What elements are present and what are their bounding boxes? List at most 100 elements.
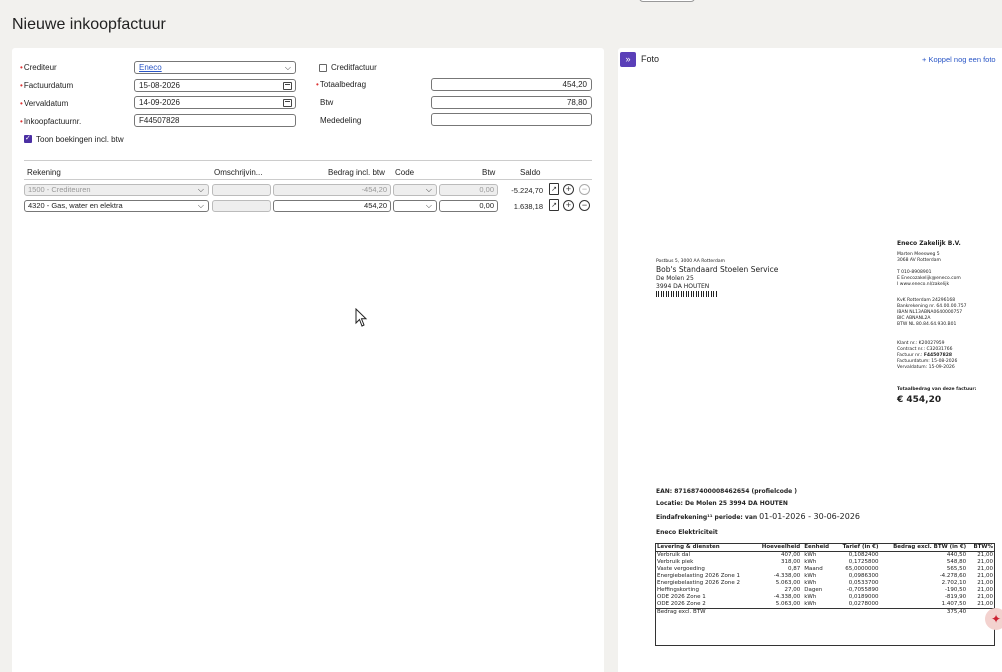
invoice-table-total-row: Bedrag excl. BTW 375,40: [655, 608, 995, 616]
invoice-table-cell: -0,7055890: [846, 587, 879, 593]
invoice-col-header: Tarief (in €): [835, 543, 881, 552]
vervaldatum-value: 14-09-2026: [139, 98, 180, 107]
invoice-recipient-street: De Molen 25: [656, 275, 694, 282]
invoice-table-cell: Dagen: [804, 587, 823, 593]
crediteur-link[interactable]: Eneco: [139, 63, 162, 72]
invoice-table-cell: Energiebelasting 2026 Zone 1: [657, 573, 740, 579]
col-header-bedrag: Bedrag incl. btw: [328, 168, 385, 177]
minus-circle-icon[interactable]: −: [579, 200, 590, 211]
table-row-rekening[interactable]: 4320 - Gas, water en elektra ⌵: [24, 200, 209, 212]
invoice-table-cell: ODE 2026 Zone 2: [657, 601, 706, 607]
invoice-table-row: Energiebelasting 2026 Zone 1 -4.338,00 kWh…: [655, 573, 995, 580]
chevron-down-icon: ⌵: [425, 201, 432, 210]
invoice-company-name: Eneco Zakelijk B.V.: [897, 240, 961, 247]
invoice-table-cell: 0,0533700: [848, 580, 879, 586]
invoice-table-cell: 21,00: [977, 580, 993, 586]
totaalbedrag-label: •Totaalbedrag: [316, 80, 367, 89]
factuurdatum-label: •Factuurdatum: [20, 81, 74, 90]
toon-boekingen-label: Toon boekingen incl. btw: [36, 135, 124, 144]
creditfactuur-checkbox[interactable]: [319, 64, 327, 72]
totaalbedrag-field[interactable]: 454,20: [431, 78, 592, 91]
table-row-bedrag[interactable]: 454,20: [273, 200, 391, 212]
invoice-table-row: ODE 2026 Zone 1 -4.338,00 kWh 0,0189000 -819…: [655, 594, 995, 601]
invoice-table: Levering & diensten Hoeveelheid Eenheid …: [655, 543, 995, 616]
invoice-table-cell: kWh: [804, 552, 817, 558]
table-row-code[interactable]: ⌵: [393, 200, 437, 212]
sparkle-icon[interactable]: ✦: [985, 608, 1002, 630]
crediteur-select[interactable]: Eneco ⌵: [134, 61, 296, 74]
chevron-down-icon: ⌵: [425, 185, 432, 194]
invoice-col-header: BTW%: [968, 543, 995, 552]
table-row-saldo: 1.638,18: [513, 202, 543, 211]
invoice-table-cell: -4.338,00: [773, 594, 801, 600]
col-header-code: Code: [395, 168, 415, 177]
invoice-company-address-2: 3068 AV Rotterdam: [897, 258, 941, 263]
invoice-table-cell: kWh: [804, 573, 817, 579]
double-chevron-right-icon[interactable]: »: [620, 52, 636, 67]
invoice-table-cell: Vaste vergoeding: [657, 566, 705, 572]
invoice-table-cell: 65,0000000: [845, 566, 879, 572]
invoice-ean: EAN: 871687400008462654 (profielcode ): [656, 488, 798, 495]
chevron-down-icon: ⌵: [197, 185, 204, 194]
btw-field[interactable]: 78,80: [431, 96, 592, 109]
invoice-col-header: Levering & diensten: [655, 543, 754, 552]
crediteur-label: •Crediteur: [20, 63, 57, 72]
koppel-foto-link[interactable]: + Koppel nog een foto: [922, 55, 996, 64]
invoice-table-cell: Heffingskorting: [657, 587, 699, 593]
document-icon[interactable]: ↗: [549, 183, 559, 195]
invoice-table-cell: 21,00: [977, 587, 993, 593]
invoice-table-cell: 0,0278000: [848, 601, 879, 607]
invoice-table-cell: 407,00: [781, 552, 801, 558]
invoice-total-label: Bedrag excl. BTW: [655, 608, 881, 616]
invoice-table-cell: kWh: [804, 559, 817, 565]
col-header-saldo: Saldo: [520, 168, 541, 177]
chevron-down-icon: ⌵: [197, 201, 204, 210]
invoice-table-cell: 0,1725800: [848, 559, 879, 565]
factuurdatum-field[interactable]: 15-08-2026: [134, 79, 296, 92]
calendar-icon[interactable]: [283, 82, 292, 90]
col-header-rekening: Rekening: [27, 168, 61, 177]
factuurdatum-value: 15-08-2026: [139, 81, 180, 90]
plus-circle-icon[interactable]: +: [563, 200, 574, 211]
invoice-btw-nr: BTW NL 80.84.64.930.B01: [897, 322, 957, 327]
invoice-table-cell: 5.063,00: [775, 580, 801, 586]
vervaldatum-label: •Vervaldatum: [20, 99, 69, 108]
invoice-total-value: 375,40: [880, 608, 969, 616]
invoice-table-row: Verbruik piek 318,00 kWh 0,1725800 548,80 21,…: [655, 559, 995, 566]
page-title: Nieuwe inkoopfactuur: [12, 16, 166, 33]
document-icon[interactable]: ↗: [549, 199, 559, 211]
btw-label: Btw: [320, 98, 334, 107]
calendar-icon[interactable]: [283, 99, 292, 107]
invoice-table-cell: ODE 2026 Zone 1: [657, 594, 706, 600]
plus-circle-icon[interactable]: +: [563, 184, 574, 195]
invoice-table-cell: 1.407,50: [941, 601, 967, 607]
rekening-value: 4320 - Gas, water en elektra: [28, 201, 123, 210]
invoice-table-cell: kWh: [804, 601, 817, 607]
vervaldatum-field[interactable]: 14-09-2026: [134, 96, 296, 109]
table-row-omschrijving[interactable]: [212, 200, 271, 212]
top-button-stub[interactable]: [639, 0, 695, 2]
invoice-table-cell: 21,00: [977, 559, 993, 565]
invoice-table-cell: 440,50: [946, 552, 967, 558]
table-row-btw[interactable]: 0,00: [439, 200, 498, 212]
table-row-rekening: 1500 - Crediteuren ⌵: [24, 184, 209, 196]
invoice-col-header: Bedrag excl. BTW (in €): [880, 543, 969, 552]
mededeling-field[interactable]: [431, 113, 592, 126]
invoice-table-cell: kWh: [804, 594, 817, 600]
table-row-saldo: -5.224,70: [511, 186, 543, 195]
chevron-down-icon: ⌵: [284, 63, 291, 72]
creditfactuur-label: Creditfactuur: [331, 63, 377, 72]
toon-boekingen-checkbox[interactable]: [24, 134, 32, 143]
invoice-table-cell: 21,00: [977, 594, 993, 600]
mouse-cursor-icon: [355, 308, 368, 327]
table-row-omschrijving: [212, 184, 271, 196]
divider: [24, 179, 592, 180]
invoice-table-cell: Energiebelasting 2026 Zone 2: [657, 580, 740, 586]
invoice-col-header: Eenheid: [802, 543, 836, 552]
invoice-table-cell: 21,00: [977, 552, 993, 558]
invoice-table-cell: 2.702,10: [941, 580, 967, 586]
invoice-table-cell: Maand: [804, 566, 823, 572]
invoice-web: I www.eneco.nl/zakelijk: [897, 282, 950, 287]
minus-circle-icon: −: [579, 184, 590, 195]
inkoopfactuurnr-field[interactable]: F44507828: [134, 114, 296, 127]
